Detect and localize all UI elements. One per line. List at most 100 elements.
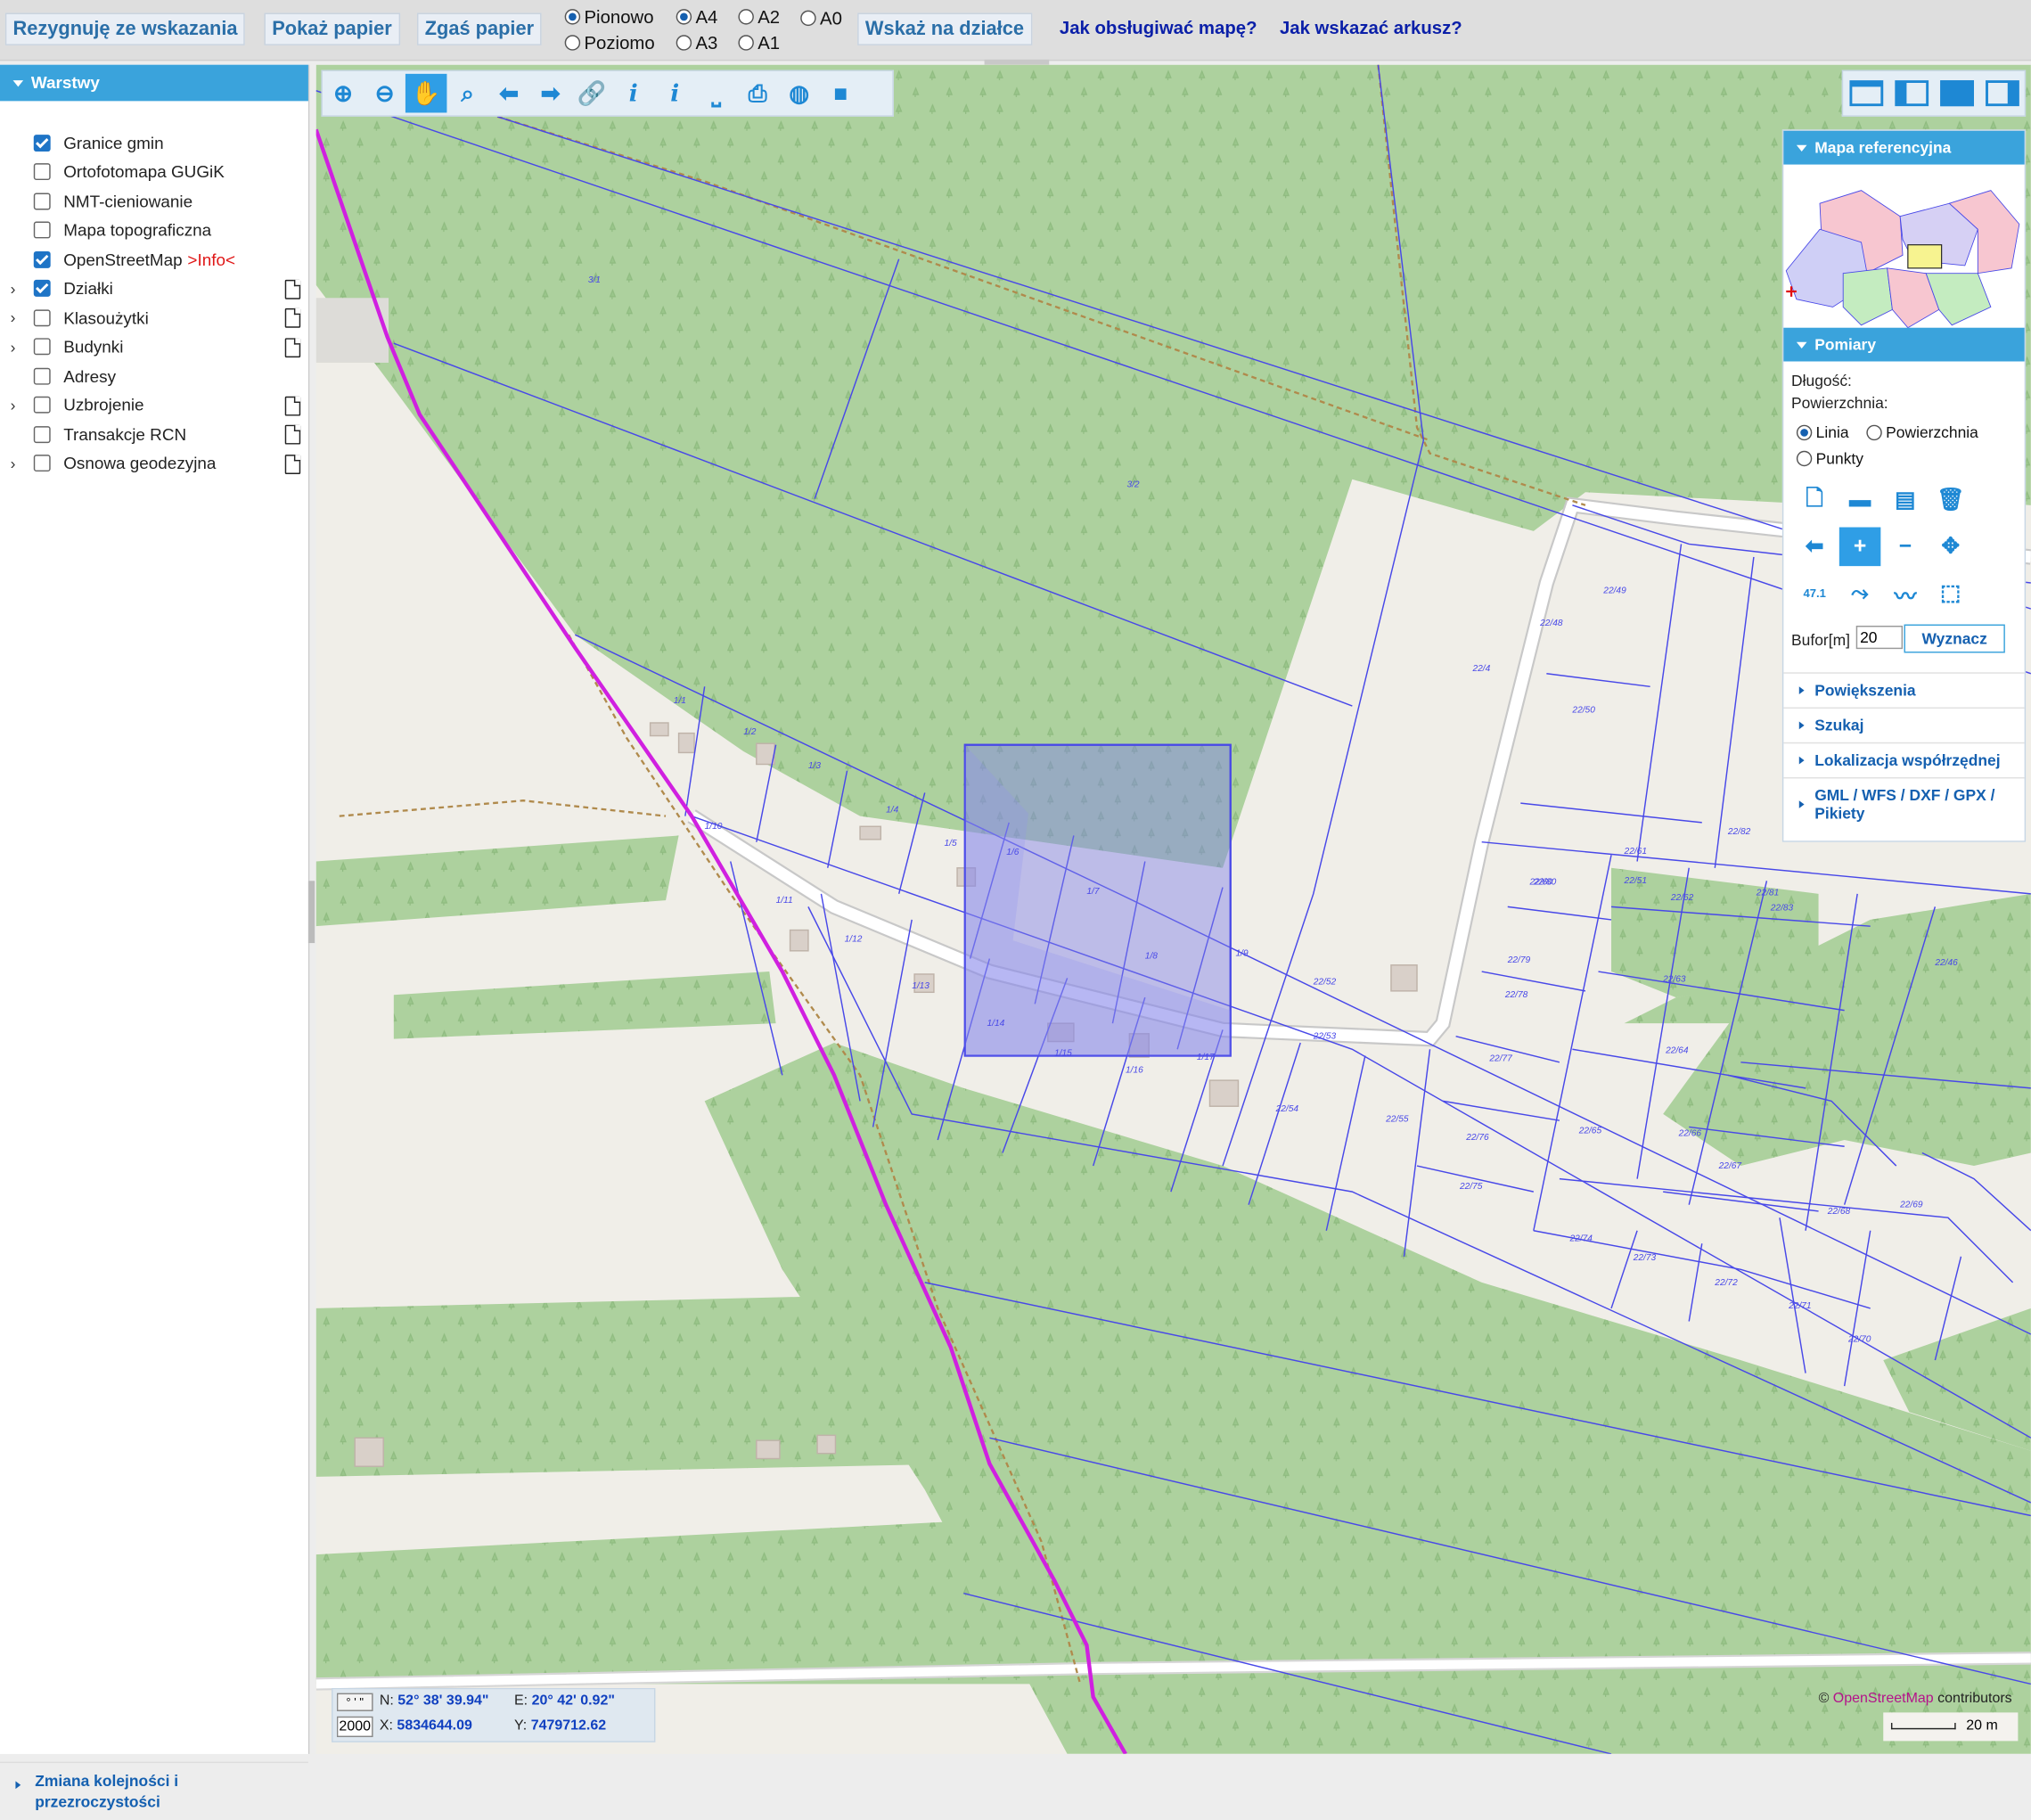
layer-item[interactable]: › Budynki bbox=[11, 333, 124, 359]
layer-checkbox[interactable] bbox=[33, 425, 51, 443]
layer-legend-doc-icon[interactable] bbox=[284, 454, 301, 474]
point-value-icon[interactable]: 47.1 bbox=[1794, 574, 1836, 613]
layer-legend-doc-icon[interactable] bbox=[284, 307, 301, 328]
back-arrow-icon[interactable]: ⬅ bbox=[488, 74, 530, 113]
layer-checkbox[interactable] bbox=[33, 396, 51, 414]
globe-icon[interactable]: ◍ bbox=[778, 74, 820, 113]
layer-item[interactable]: Ortofotomapa GUGiK bbox=[11, 159, 225, 184]
resign-button[interactable]: Rezygnuję ze wskazania bbox=[4, 12, 246, 45]
layer-info-link[interactable]: >Info< bbox=[187, 250, 235, 269]
mode-area-radio[interactable]: Powierzchnia bbox=[1866, 423, 1978, 442]
layer-checkbox[interactable] bbox=[33, 192, 51, 209]
layout-right-icon[interactable] bbox=[1985, 80, 2019, 107]
mode-line-radio[interactable]: Linia bbox=[1796, 423, 1849, 442]
expand-arrow-icon[interactable]: › bbox=[11, 308, 24, 326]
snap-vertex-icon[interactable]: ⤳ bbox=[1839, 574, 1881, 613]
expand-arrow-icon[interactable]: › bbox=[11, 338, 24, 356]
layer-item[interactable]: Adresy bbox=[11, 363, 116, 389]
info-icon[interactable]: i bbox=[612, 74, 654, 113]
zoom-out-icon[interactable]: ⊖ bbox=[364, 74, 405, 113]
link-icon[interactable]: 🔗 bbox=[571, 74, 613, 113]
format-a0-radio[interactable]: A0 bbox=[800, 8, 842, 29]
layer-legend-doc-icon[interactable] bbox=[284, 396, 301, 415]
help-sheet-link[interactable]: Jak wskazać arkusz? bbox=[1280, 17, 1462, 37]
layer-item[interactable]: › Osnowa geodezyjna bbox=[11, 450, 217, 476]
layout-full-icon[interactable] bbox=[1848, 80, 1883, 107]
layer-legend-doc-icon[interactable] bbox=[284, 279, 301, 299]
layers-panel: Warstwy Granice gmin Ortofotomapa GUGiK NM… bbox=[0, 64, 310, 1811]
trash-icon[interactable]: 🗑 bbox=[1930, 480, 1972, 520]
layer-checkbox[interactable] bbox=[33, 163, 51, 181]
osm-link[interactable]: OpenStreetMap bbox=[1833, 1691, 1934, 1706]
remove-point-icon[interactable]: − bbox=[1885, 528, 1927, 567]
format-a2-radio[interactable]: A2 bbox=[738, 6, 780, 28]
layer-checkbox[interactable] bbox=[33, 367, 51, 384]
expand-arrow-icon[interactable]: › bbox=[11, 279, 24, 297]
show-paper-button[interactable]: Pokaż papier bbox=[264, 12, 400, 45]
expand-triangle-icon bbox=[15, 1781, 21, 1790]
mode-points-radio[interactable]: Punkty bbox=[1796, 449, 1863, 468]
selection-rectangle[interactable] bbox=[963, 743, 1232, 1057]
save-icon[interactable]: ▤ bbox=[1885, 480, 1927, 520]
format-a3-radio[interactable]: A3 bbox=[676, 32, 717, 53]
expand-arrow-icon[interactable]: › bbox=[11, 396, 24, 414]
layer-checkbox[interactable] bbox=[33, 221, 51, 239]
pan-hand-icon[interactable]: ✋ bbox=[405, 73, 447, 113]
layer-item[interactable]: Mapa topograficzna bbox=[11, 217, 212, 242]
accordion-item[interactable]: Szukaj bbox=[1783, 707, 2025, 742]
buffer-input[interactable] bbox=[1855, 625, 1904, 650]
layer-checkbox[interactable] bbox=[33, 338, 51, 356]
layout-left-icon[interactable] bbox=[1894, 80, 1929, 107]
layer-checkbox[interactable] bbox=[33, 455, 51, 472]
accordion-item[interactable]: Lokalizacja współrzędnej bbox=[1783, 742, 2025, 777]
layer-checkbox[interactable] bbox=[33, 134, 51, 152]
help-map-link[interactable]: Jak obsługiwać mapę? bbox=[1060, 17, 1257, 37]
layer-item[interactable]: › Uzbrojenie bbox=[11, 392, 144, 418]
accordion-item[interactable]: Powiększenia bbox=[1783, 672, 2025, 707]
layer-item[interactable]: › Klasoużytki bbox=[11, 305, 149, 331]
layer-item[interactable]: › Działki bbox=[11, 275, 113, 301]
layout-export-icon[interactable] bbox=[1939, 80, 1974, 107]
layer-item[interactable]: OpenStreetMap >Info< bbox=[11, 246, 235, 272]
open-folder-icon[interactable]: ▬ bbox=[1839, 480, 1881, 520]
add-point-icon[interactable]: + bbox=[1839, 527, 1881, 567]
coord-format-badge[interactable]: ° ' " bbox=[336, 1693, 373, 1711]
zoom-box-icon[interactable]: ⌕ bbox=[446, 74, 488, 113]
accordion-item[interactable]: GML / WFS / DXF / GPX / Pikiety bbox=[1783, 777, 2025, 831]
layer-item[interactable]: NMT-cieniowanie bbox=[11, 188, 192, 214]
forward-arrow-icon[interactable]: ➡ bbox=[529, 74, 571, 113]
orientation-landscape-radio[interactable]: Poziomo bbox=[564, 32, 655, 53]
point-on-parcel-button[interactable]: Wskaż na działce bbox=[857, 12, 1032, 45]
compute-button[interactable]: Wyznacz bbox=[1904, 624, 2005, 653]
camera-icon[interactable]: ■ bbox=[820, 74, 862, 113]
layer-item[interactable]: Transakcje RCN bbox=[11, 421, 186, 447]
left-panel-resize-handle[interactable] bbox=[307, 881, 315, 944]
info-plus-icon[interactable]: i bbox=[654, 74, 696, 113]
print-icon[interactable]: ⎙ bbox=[737, 74, 779, 113]
move-point-icon[interactable]: ✥ bbox=[1930, 528, 1972, 567]
layer-checkbox[interactable] bbox=[33, 308, 51, 326]
zoom-in-icon[interactable]: ⊕ bbox=[323, 74, 364, 113]
format-a4-radio[interactable]: A4 bbox=[676, 6, 717, 28]
measure-icon[interactable]: ⎵ bbox=[695, 74, 737, 113]
layer-item[interactable]: Granice gmin bbox=[11, 129, 164, 155]
new-document-icon[interactable]: 🗋 bbox=[1794, 480, 1836, 520]
layer-order-section[interactable]: Zmiana kolejności i przezroczystości bbox=[0, 1761, 308, 1820]
volume-cube-icon[interactable]: ⬚ bbox=[1930, 574, 1972, 613]
layer-checkbox[interactable] bbox=[33, 250, 51, 268]
reference-map[interactable] bbox=[1783, 165, 2024, 329]
undo-arrow-icon[interactable]: ⬅ bbox=[1794, 528, 1836, 567]
hide-paper-button[interactable]: Zgaś papier bbox=[416, 12, 542, 45]
scale-badge[interactable]: 2000 bbox=[336, 1716, 373, 1738]
profile-icon[interactable]: 〰 bbox=[1885, 574, 1927, 613]
map-canvas[interactable]: 1/1 1/2 1/3 1/4 1/5 1/6 1/7 1/8 1/9 1/10 1/11 1/12 1… bbox=[315, 64, 2031, 1754]
format-a1-radio[interactable]: A1 bbox=[738, 32, 780, 53]
layer-legend-doc-icon[interactable] bbox=[284, 424, 301, 445]
layer-legend-doc-icon[interactable] bbox=[284, 337, 301, 357]
orientation-portrait-radio[interactable]: Pionowo bbox=[564, 6, 654, 28]
expand-arrow-icon[interactable]: › bbox=[11, 454, 24, 471]
layers-panel-header[interactable]: Warstwy bbox=[0, 64, 308, 102]
measurements-header[interactable]: Pomiary bbox=[1783, 327, 2025, 362]
layer-checkbox[interactable] bbox=[33, 279, 51, 297]
reference-map-header[interactable]: Mapa referencyjna bbox=[1783, 130, 2025, 165]
